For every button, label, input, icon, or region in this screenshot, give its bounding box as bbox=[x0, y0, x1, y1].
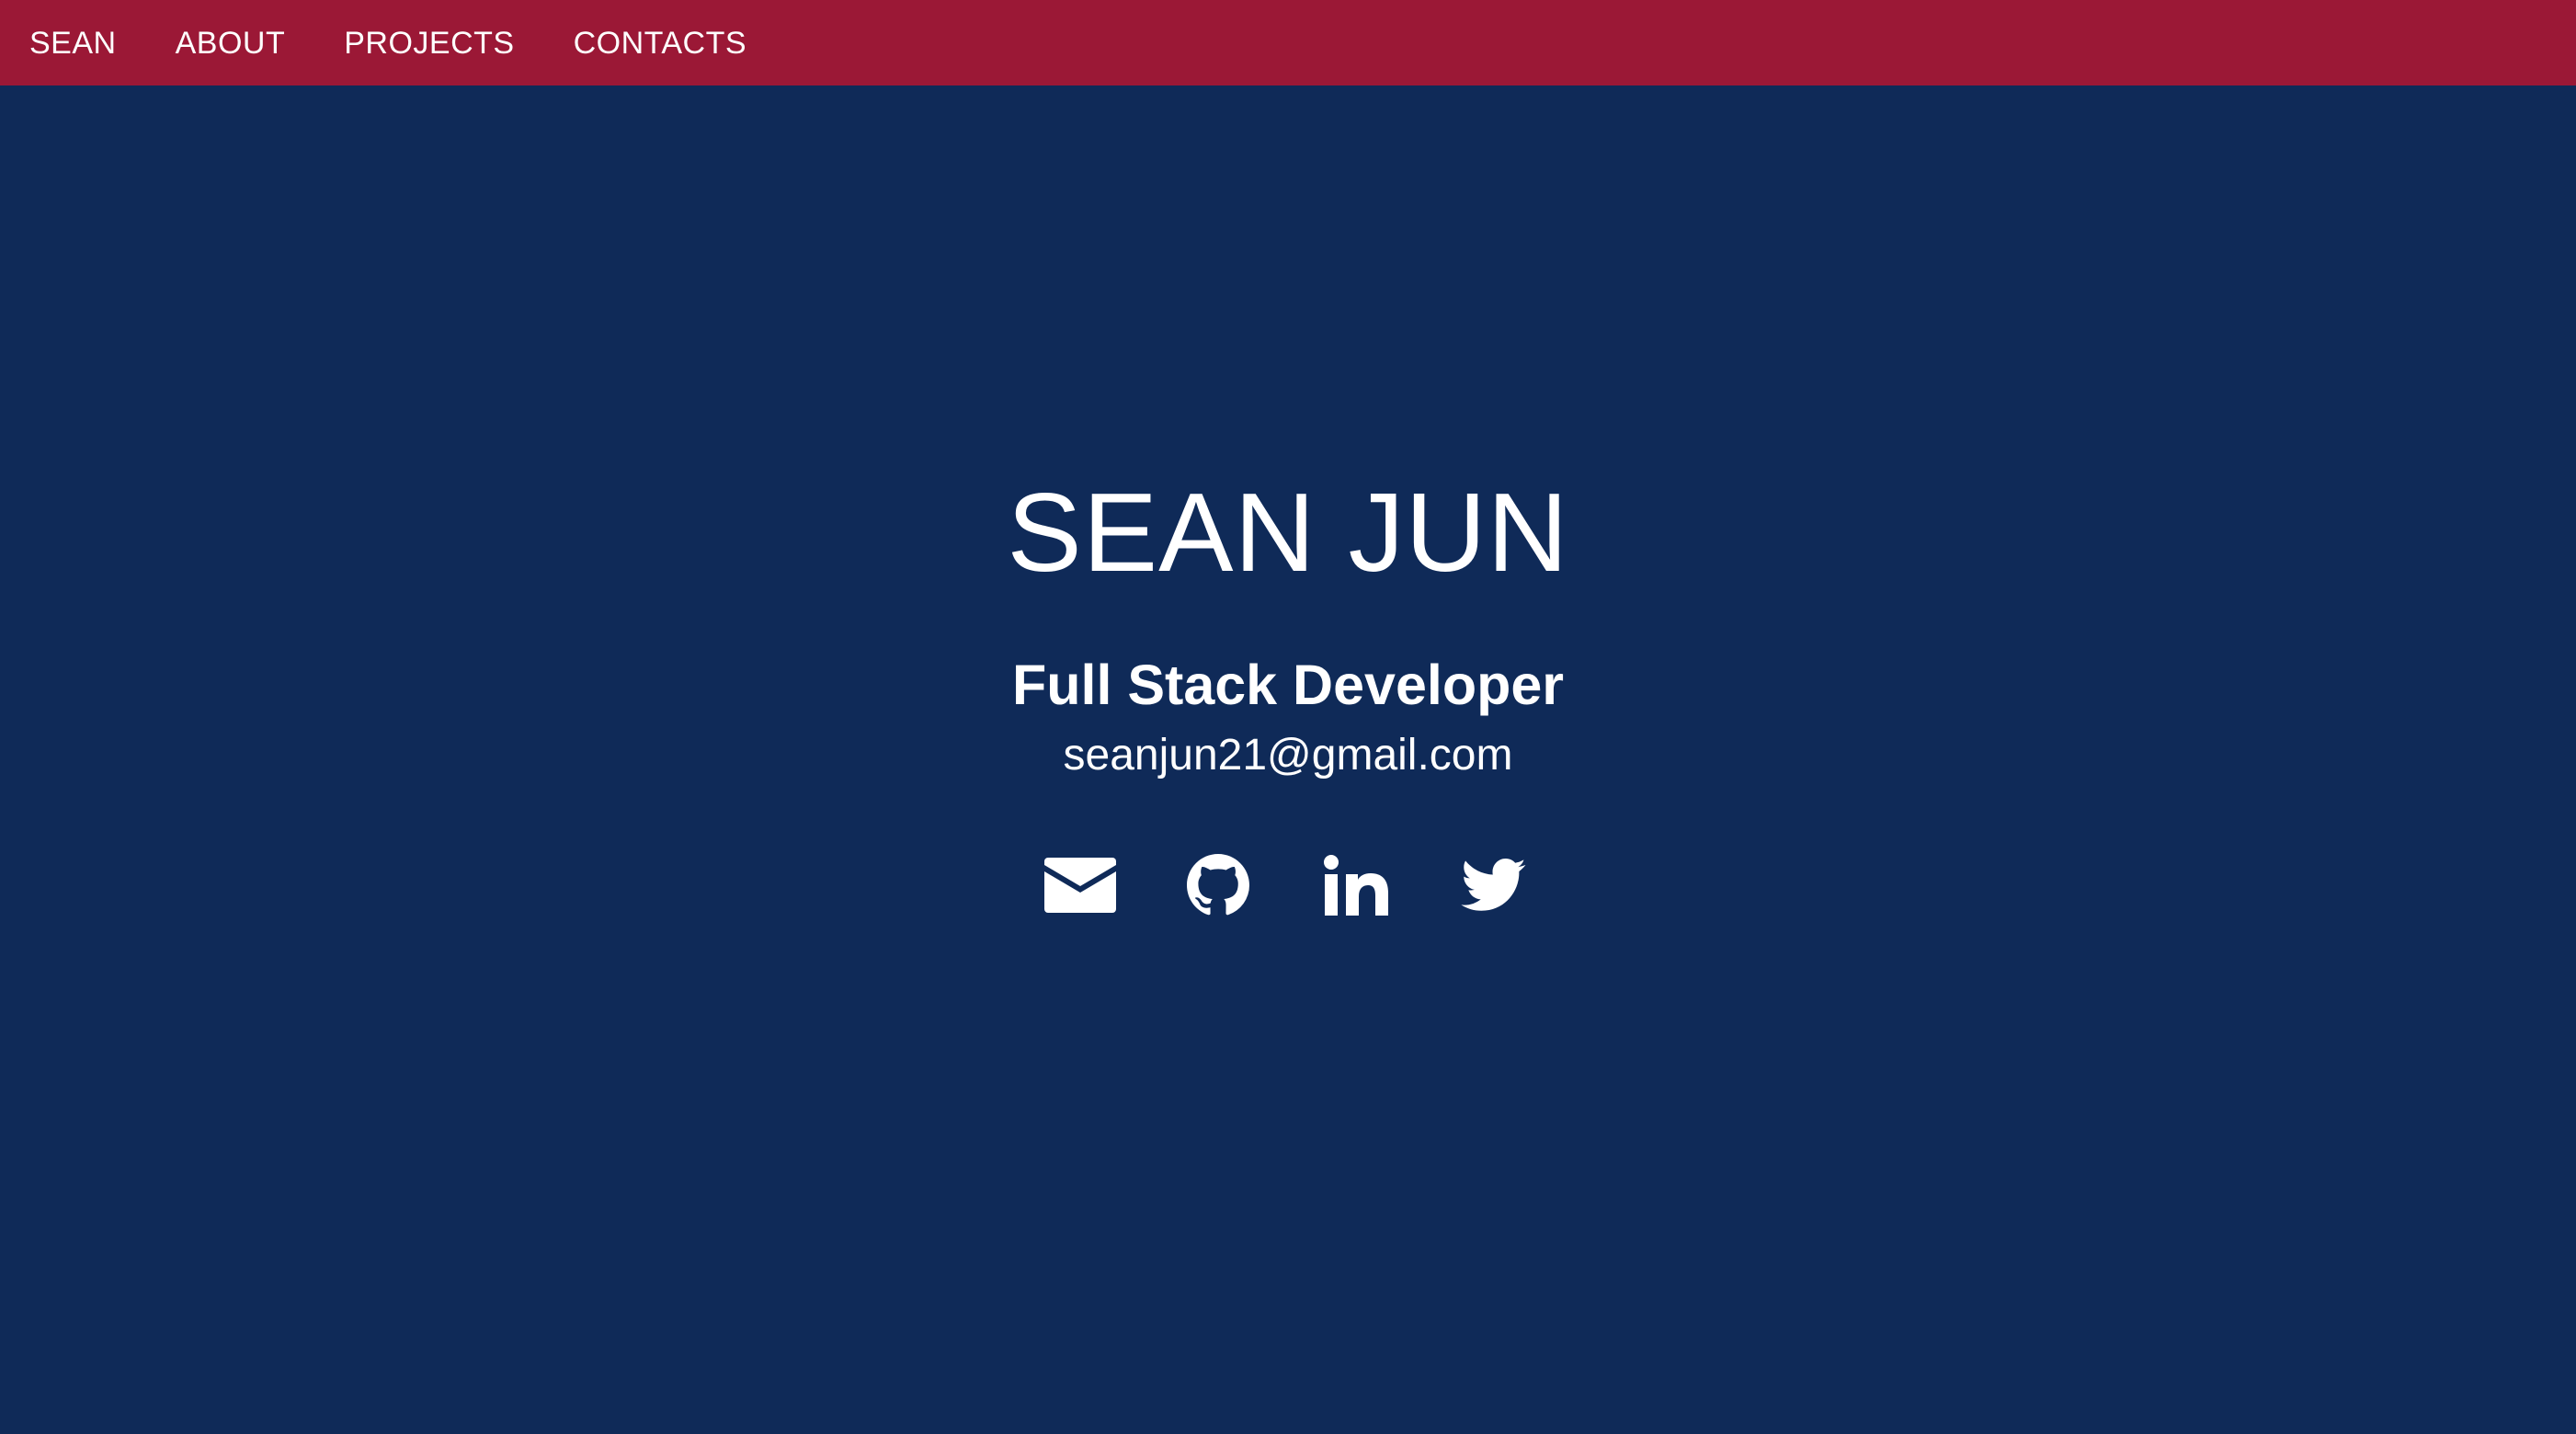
social-links bbox=[0, 848, 2576, 922]
hero-role: Full Stack Developer bbox=[1011, 654, 1565, 716]
linkedin-icon bbox=[1324, 855, 1388, 916]
linkedin-social-link[interactable] bbox=[1315, 848, 1397, 922]
twitter-icon bbox=[1461, 859, 1526, 911]
email-social-link[interactable] bbox=[1039, 848, 1122, 922]
nav-link-contacts[interactable]: CONTACTS bbox=[574, 28, 747, 59]
hero-email: seanjun21@gmail.com bbox=[1063, 731, 1513, 780]
nav-brand-sean[interactable]: SEAN bbox=[29, 28, 117, 59]
github-social-link[interactable] bbox=[1177, 848, 1260, 922]
hero-name: SEAN JUN bbox=[1007, 470, 1569, 595]
nav-link-about[interactable]: ABOUT bbox=[176, 28, 286, 59]
envelope-icon bbox=[1044, 858, 1116, 913]
twitter-social-link[interactable] bbox=[1453, 848, 1535, 922]
github-icon bbox=[1187, 854, 1249, 916]
nav-link-projects[interactable]: PROJECTS bbox=[344, 28, 514, 59]
top-navbar: SEAN ABOUT PROJECTS CONTACTS bbox=[0, 0, 2576, 85]
hero-section: SEAN JUN Full Stack Developer seanjun21@… bbox=[0, 85, 2576, 1434]
